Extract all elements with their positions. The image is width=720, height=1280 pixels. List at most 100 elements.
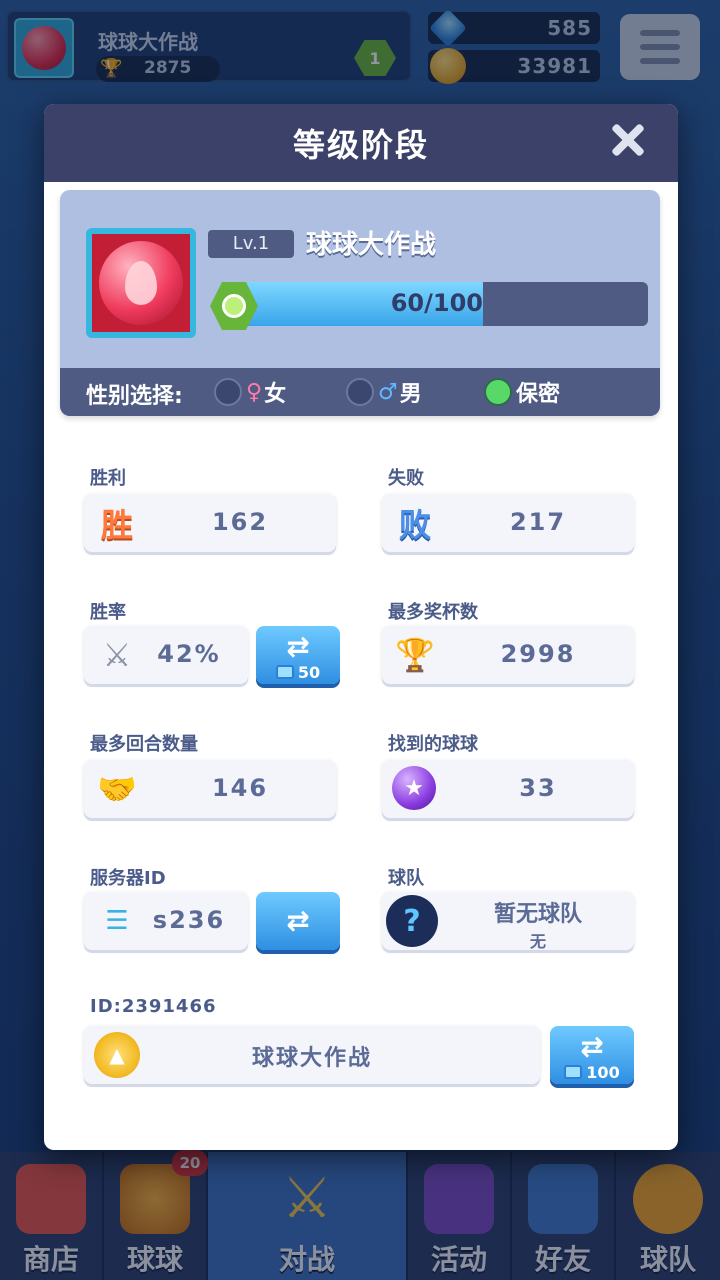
radio-secret[interactable] — [484, 378, 512, 406]
shop-icon — [16, 1164, 86, 1234]
trophy-counter: 🏆 2875 — [96, 56, 220, 82]
wins-label: 胜利 — [90, 468, 126, 489]
team-name: 暂无球队 — [493, 902, 582, 927]
question-mark-icon: ? — [386, 895, 438, 947]
coin-icon — [430, 48, 466, 84]
team-label: 球队 — [388, 868, 424, 889]
nav-events-label: 活动 — [430, 1243, 487, 1276]
bottom-nav: 商店 球球 ⚔ 对战 活动 好友 球队 — [0, 1152, 720, 1280]
coin-counter[interactable]: 33981 — [428, 48, 600, 84]
losses-label: 失败 — [388, 468, 424, 489]
gem-count: 585 — [547, 16, 592, 40]
gem-icon — [275, 665, 294, 679]
title-box: ▲ 球球大作战 — [84, 1026, 540, 1084]
trophy-icon: 🏆 — [100, 58, 123, 79]
menu-icon-line — [640, 58, 680, 64]
nav-team[interactable]: 球队 — [616, 1152, 720, 1280]
top-bar: 球球大作战 🏆 2875 1 585 33981 — [0, 0, 720, 92]
gender-option-female[interactable]: ♀ 女 — [214, 376, 286, 408]
party-icon — [424, 1164, 494, 1234]
modal-title: 等级阶段 — [292, 126, 429, 164]
server-icon: ☰ — [105, 906, 129, 936]
wins-value: 162 — [211, 508, 269, 536]
trophy-icon: 🏆 — [395, 636, 435, 674]
balls-found-box: ★ 33 — [382, 760, 634, 818]
gender-option-secret[interactable]: 保密 — [484, 376, 560, 408]
trophy-count: 2875 — [144, 58, 192, 78]
xp-progress-text: 60/100 — [390, 289, 483, 317]
male-symbol-icon: ♂ — [378, 379, 398, 405]
modal-header: 等级阶段 — [44, 104, 678, 182]
server-id-box: ☰ s236 — [84, 892, 248, 950]
nav-friends-label: 好友 — [534, 1243, 591, 1276]
title-change-cost: 100 — [586, 1062, 620, 1082]
gender-male-label: 男 — [399, 382, 422, 407]
player-profile-chip[interactable]: 球球大作战 🏆 2875 1 — [6, 10, 412, 82]
gem-icon — [428, 8, 468, 48]
rank-modal: 等级阶段 Lv.1 球球大作战 60/100 性别选择: ♀ 女 ♂ 男 保密 … — [44, 104, 678, 1150]
nav-shop-label: 商店 — [22, 1243, 79, 1276]
gender-label: 性别选择: — [86, 384, 183, 409]
max-trophies-value: 2998 — [500, 640, 576, 668]
coin-count: 33981 — [517, 54, 592, 78]
nav-events[interactable]: 活动 — [408, 1152, 512, 1280]
gender-option-male[interactable]: ♂ 男 — [346, 376, 422, 408]
nav-friends[interactable]: 好友 — [512, 1152, 616, 1280]
max-rounds-label: 最多回合数量 — [90, 734, 198, 755]
title-change-button[interactable]: ⇄ 100 — [550, 1026, 634, 1084]
nav-battle[interactable]: ⚔ 对战 — [208, 1152, 408, 1280]
radio-female[interactable] — [214, 378, 242, 406]
nav-shop[interactable]: 商店 — [0, 1152, 104, 1280]
nav-balls-label: 球球 — [126, 1243, 183, 1276]
profile-card: Lv.1 球球大作战 60/100 性别选择: ♀ 女 ♂ 男 保密 — [60, 190, 660, 416]
losses-box: 败 217 — [382, 494, 634, 552]
battle-icon: ⚔ — [281, 1166, 333, 1231]
fire-ball-icon — [99, 241, 183, 325]
profile-avatar[interactable] — [86, 228, 196, 338]
handshake-icon: 🤝 — [97, 770, 137, 808]
gender-female-label: 女 — [264, 382, 287, 407]
win-icon: 胜 — [100, 506, 133, 544]
level-tag: Lv.1 — [208, 230, 294, 258]
winrate-value: 42% — [157, 640, 221, 668]
server-id-label: 服务器ID — [90, 868, 166, 889]
flame-icon — [125, 261, 157, 305]
lose-icon: 败 — [398, 506, 431, 544]
sun-badge-icon: ▲ — [94, 1032, 140, 1078]
gender-selector: 性别选择: ♀ 女 ♂ 男 保密 — [60, 368, 660, 416]
crossed-swords-icon: ⚔ — [102, 636, 132, 674]
gender-secret-label: 保密 — [516, 382, 561, 407]
wins-box: 胜 162 — [84, 494, 336, 552]
player-id-label: ID:2391466 — [90, 996, 217, 1017]
friends-icon — [528, 1164, 598, 1234]
menu-icon-line — [640, 30, 680, 36]
max-trophies-label: 最多奖杯数 — [388, 602, 478, 623]
nav-team-label: 球队 — [639, 1243, 696, 1276]
swap-arrows-icon: ⇄ — [580, 1030, 604, 1063]
team-box[interactable]: ? 暂无球队 无 — [382, 892, 634, 951]
balls-notification-badge: 20 — [172, 1150, 208, 1176]
winrate-box: ⚔ 42% — [84, 626, 248, 684]
winrate-reset-cost: 50 — [297, 662, 321, 682]
menu-icon-line — [640, 44, 680, 50]
fire-ball-icon — [22, 26, 66, 70]
swap-arrows-icon: ⇄ — [286, 630, 310, 663]
losses-value: 217 — [509, 508, 567, 536]
balls-found-label: 找到的球球 — [388, 734, 478, 755]
winrate-reset-button[interactable]: ⇄ 50 — [256, 626, 340, 684]
level-badge: 1 — [354, 40, 396, 76]
menu-button[interactable] — [620, 14, 700, 80]
gem-icon — [564, 1065, 583, 1079]
player-avatar — [14, 18, 74, 78]
nav-battle-label: 对战 — [278, 1243, 335, 1276]
radio-male[interactable] — [346, 378, 374, 406]
close-button[interactable] — [606, 118, 650, 162]
gem-counter[interactable]: 585 — [428, 8, 600, 48]
winrate-label: 胜率 — [90, 602, 126, 623]
max-rounds-value: 146 — [211, 774, 269, 802]
balls-found-value: 33 — [519, 774, 557, 802]
xp-progress-bar: 60/100 — [236, 282, 648, 326]
female-symbol-icon: ♀ — [246, 379, 263, 405]
server-change-button[interactable]: ⇄ — [256, 892, 340, 950]
max-rounds-box: 🤝 146 — [84, 760, 336, 818]
